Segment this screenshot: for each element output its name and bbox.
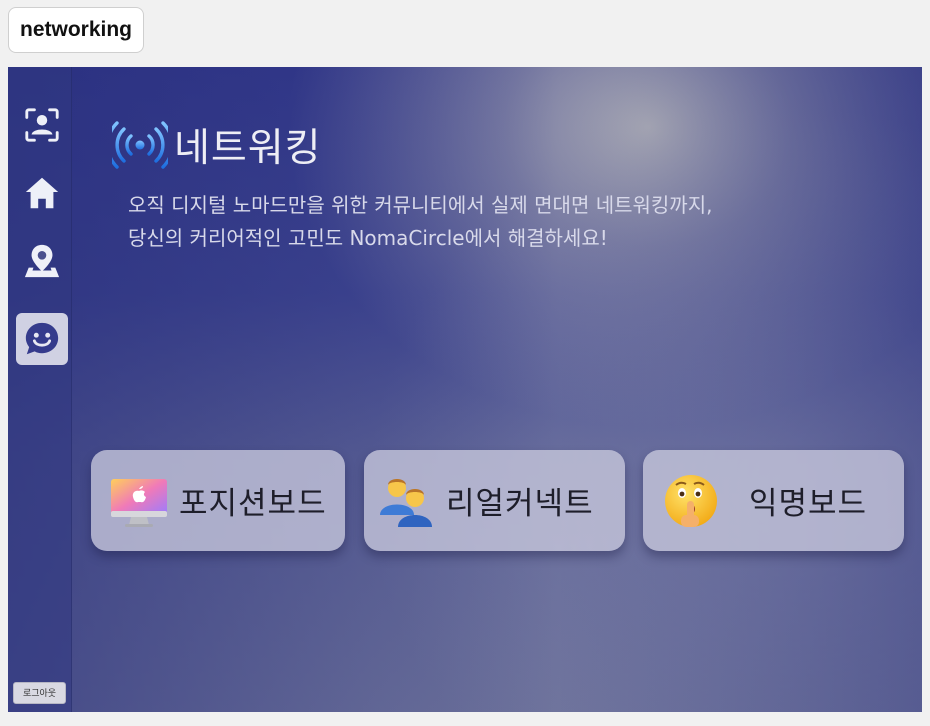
anonymous-board-label: 익명보드 bbox=[749, 486, 868, 522]
page-title: 네트워킹 bbox=[174, 126, 322, 171]
position-board-label: 포지션보드 bbox=[179, 486, 327, 522]
real-connect-card[interactable]: 리얼커넥트 bbox=[364, 450, 625, 551]
page-description: 오직 디지털 노마드만을 위한 커뮤니티에서 실제 면대면 네트워킹까지, 당신… bbox=[128, 189, 712, 255]
two-people-icon bbox=[380, 478, 432, 527]
title-row: 네트워킹 bbox=[112, 117, 322, 173]
description-line-2: 당신의 커리어적인 고민도 NomaCircle에서 해결하세요! bbox=[128, 226, 608, 250]
description-line-1: 오직 디지털 노마드만을 위한 커뮤니티에서 실제 면대면 네트워킹까지, bbox=[128, 193, 713, 217]
computer-monitor-icon bbox=[111, 478, 167, 527]
shushing-face-icon bbox=[665, 474, 717, 527]
broadcast-signal-icon bbox=[112, 121, 168, 169]
anonymous-board-card[interactable]: 익명보드 bbox=[643, 450, 904, 551]
position-board-card[interactable]: 포지션보드 bbox=[91, 450, 345, 551]
app-frame: 로그아웃 네트워킹 오직 디지털 노마드만을 위한 커뮤니티에서 실제 면대면 … bbox=[8, 67, 922, 712]
real-connect-label: 리얼커넥트 bbox=[446, 486, 594, 522]
networking-tab[interactable]: networking bbox=[8, 7, 145, 53]
main-content: 네트워킹 오직 디지털 노마드만을 위한 커뮤니티에서 실제 면대면 네트워킹까… bbox=[8, 67, 922, 712]
